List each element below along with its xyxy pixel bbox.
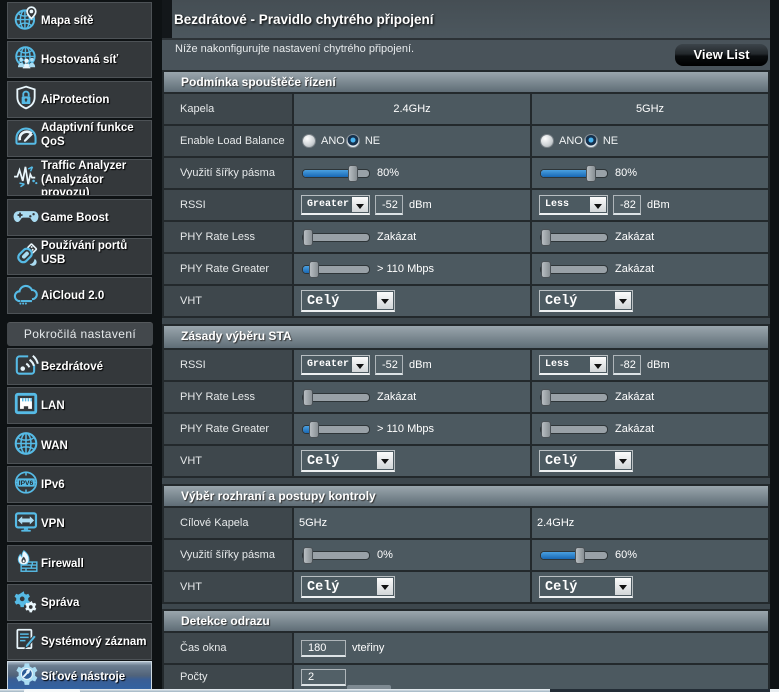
svg-text:●●●: ●●● (19, 300, 27, 305)
svg-text:IPV6: IPV6 (19, 479, 34, 486)
